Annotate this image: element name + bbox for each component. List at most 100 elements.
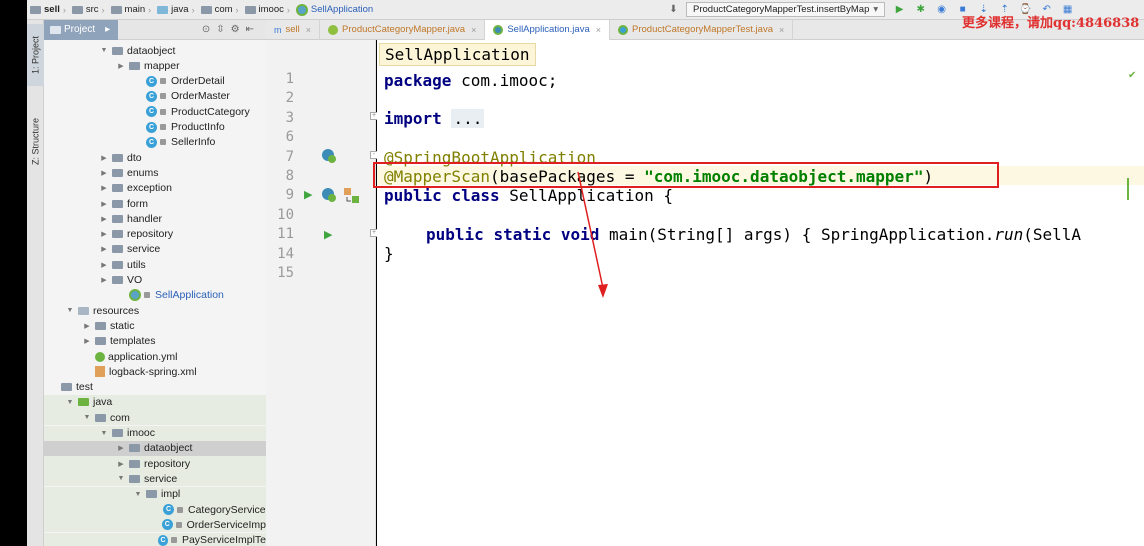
tree-item[interactable]: ▶ dto <box>44 150 266 165</box>
crumb-sell[interactable]: sell <box>30 4 60 15</box>
chevron-right-icon[interactable]: ▶ <box>99 169 109 177</box>
project-tool-label: 1: Project <box>30 35 41 75</box>
tree-item[interactable]: test <box>44 380 266 395</box>
chevron-right-icon[interactable]: ▶ <box>99 200 109 208</box>
editor-tab[interactable]: m sell × <box>266 19 321 40</box>
run-icon[interactable]: ▶ <box>893 3 906 16</box>
tree-item[interactable]: C SellerInfo <box>44 135 266 150</box>
tree-item-label: application.yml <box>108 350 178 363</box>
tree-item[interactable]: ▼ imooc <box>44 425 266 441</box>
locate-icon[interactable]: ⊙ <box>202 24 216 35</box>
editor-tab[interactable]: SellApplication.java × <box>485 19 610 40</box>
tree-item[interactable]: ▶ handler <box>44 211 266 226</box>
tree-item[interactable]: ▶ enums <box>44 165 266 180</box>
code-line[interactable]: import ... <box>384 109 485 128</box>
code-editor[interactable]: SellApplication package com.imooc; impor… <box>377 40 1144 546</box>
tree-item-label: OrderDetail <box>171 75 225 88</box>
chevron-right-icon[interactable]: ▶ <box>99 276 109 284</box>
code-line[interactable]: public class SellApplication { <box>384 186 673 205</box>
chevron-right-icon[interactable]: ▶ <box>99 184 109 192</box>
tree-item[interactable]: C OrderDetail <box>44 74 266 89</box>
tree-item[interactable]: ▼ dataobject <box>44 43 266 58</box>
chevron-right-icon[interactable]: ▶ <box>116 444 126 452</box>
tree-item[interactable]: C CategoryService <box>44 502 266 517</box>
debug-icon[interactable]: ✱ <box>914 3 927 16</box>
code-line[interactable]: } <box>384 244 394 263</box>
tree-item[interactable]: ▼ java <box>44 394 266 410</box>
close-icon[interactable]: × <box>471 25 476 35</box>
crumb-sellapplication[interactable]: SellApplication <box>295 3 373 16</box>
chevron-right-icon[interactable]: ▶ <box>82 337 92 345</box>
crumb-main[interactable]: main <box>110 4 145 15</box>
chevron-down-icon: ▾ <box>873 4 879 15</box>
tree-item[interactable]: ▶ repository <box>44 227 266 242</box>
editor-tab[interactable]: ProductCategoryMapper.java × <box>320 19 486 40</box>
tree-item[interactable]: ▼ resources <box>44 303 266 318</box>
chevron-right-icon[interactable]: ▶ <box>99 215 109 223</box>
tree-item[interactable]: ▶ repository <box>44 456 266 472</box>
tree-item[interactable]: ▶ mapper <box>44 58 266 73</box>
crumb-java[interactable]: java <box>157 4 189 15</box>
chevron-down-icon[interactable]: ▼ <box>133 491 143 498</box>
folded-region[interactable]: ... <box>451 109 485 128</box>
chevron-right-icon[interactable]: ▶ <box>99 245 109 253</box>
tree-item[interactable]: ▶ exception <box>44 181 266 196</box>
tree-item[interactable]: ▶ templates <box>44 334 266 349</box>
chevron-down-icon[interactable]: ▼ <box>82 414 92 421</box>
tree-item[interactable]: C OrderServiceImp <box>44 517 266 533</box>
tree-item[interactable]: C OrderMaster <box>44 89 266 104</box>
coverage-icon[interactable]: ◉ <box>935 3 948 16</box>
folded-region[interactable]: { SpringApplication. <box>802 225 995 244</box>
project-view-select[interactable]: Project ▸ <box>44 19 119 40</box>
lock-icon <box>160 93 166 100</box>
chevron-down-icon[interactable]: ▼ <box>99 430 109 437</box>
tree-item[interactable]: ▶ form <box>44 196 266 211</box>
spring-bean-icon[interactable] <box>321 187 337 206</box>
chevron-right-icon[interactable]: ▶ <box>99 154 109 162</box>
hide-icon[interactable]: ⇤ <box>246 24 260 35</box>
run-config-select[interactable]: ProductCategoryMapperTest.insertByMap ▾ <box>686 2 886 17</box>
chevron-right-icon[interactable]: ▶ <box>116 62 126 70</box>
tree-item[interactable]: ▼ impl <box>44 486 266 502</box>
collapse-icon[interactable]: ⇳ <box>216 24 230 35</box>
build-icon[interactable]: ⬇ <box>667 3 680 16</box>
tree-item[interactable]: logback-spring.xml <box>44 364 266 379</box>
chevron-down-icon[interactable]: ▼ <box>99 47 109 54</box>
tree-item[interactable]: C ProductCategory <box>44 104 266 119</box>
chevron-right-icon[interactable]: ▶ <box>99 230 109 238</box>
yml-file-icon <box>95 351 105 362</box>
code-line[interactable]: public static void main(String[] args) {… <box>426 225 1081 244</box>
tree-item[interactable]: SellApplication <box>44 288 266 303</box>
tree-item[interactable]: C PayServiceImplTe <box>44 532 266 546</box>
spring-bean-icon[interactable] <box>321 148 337 167</box>
chevron-down-icon[interactable]: ▼ <box>116 475 126 482</box>
tree-item[interactable]: C ProductInfo <box>44 120 266 135</box>
crumb-src[interactable]: src <box>71 4 99 15</box>
tree-item[interactable]: ▼ service <box>44 471 266 487</box>
structure-tool-button[interactable]: Z: Structure <box>27 98 44 184</box>
tree-item[interactable]: ▶ static <box>44 318 266 333</box>
gear-icon[interactable]: ⚙ <box>231 24 246 35</box>
close-icon[interactable]: × <box>306 25 311 35</box>
tree-item[interactable]: ▶ VO <box>44 273 266 288</box>
project-tool-button[interactable]: 1: Project <box>27 24 44 86</box>
tree-item[interactable]: ▶ service <box>44 242 266 257</box>
close-icon[interactable]: × <box>779 25 784 35</box>
run-gutter-icon[interactable]: ▶ <box>304 188 312 201</box>
chevron-down-icon[interactable]: ▼ <box>65 307 75 314</box>
crumb-com[interactable]: com <box>200 4 233 15</box>
crumb-imooc[interactable]: imooc <box>244 4 284 15</box>
run-gutter-icon[interactable]: ▶ <box>324 228 332 241</box>
editor-tab[interactable]: ProductCategoryMapperTest.java × <box>610 19 794 40</box>
tree-item[interactable]: ▼ com <box>44 410 266 426</box>
tree-item[interactable]: application.yml <box>44 349 266 364</box>
close-icon[interactable]: × <box>596 25 601 35</box>
chevron-right-icon[interactable]: ▶ <box>82 322 92 330</box>
chevron-right-icon[interactable]: ▶ <box>99 261 109 269</box>
chevron-right-icon[interactable]: ▶ <box>116 460 126 468</box>
tree-item[interactable]: ▶ dataobject <box>44 440 266 456</box>
spring-config-icon[interactable] <box>343 187 360 207</box>
tree-item[interactable]: ▶ utils <box>44 257 266 272</box>
chevron-down-icon[interactable]: ▼ <box>65 399 75 406</box>
code-line[interactable]: package com.imooc; <box>384 71 557 90</box>
